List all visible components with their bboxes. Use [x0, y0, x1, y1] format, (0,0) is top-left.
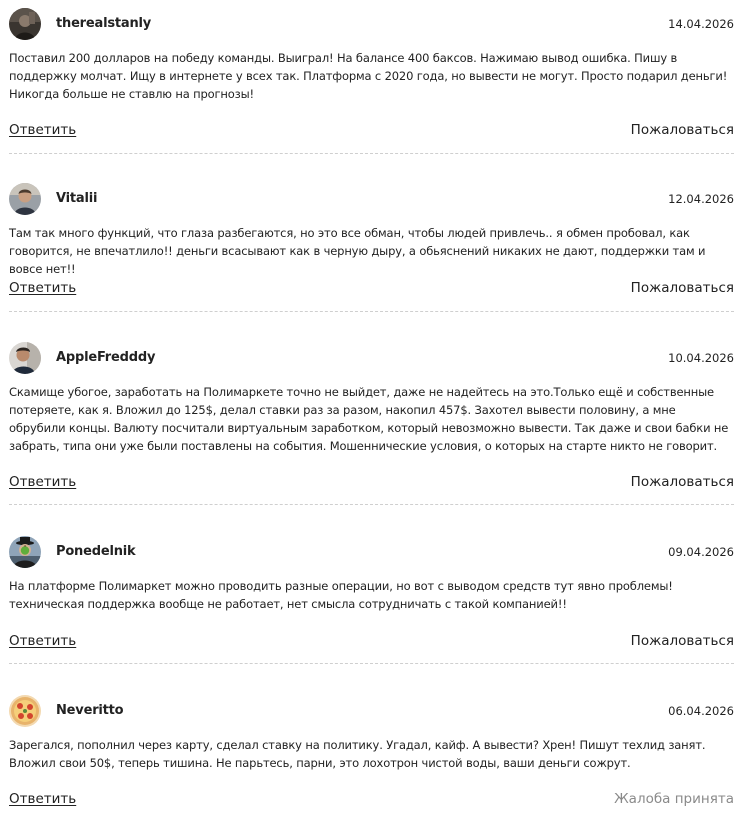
- comment-divider: [9, 311, 734, 312]
- report-link[interactable]: Пожаловаться: [631, 122, 734, 138]
- reply-link[interactable]: Ответить: [9, 633, 76, 649]
- avatar-man-portrait-icon[interactable]: [9, 342, 41, 374]
- comment-actions: Ответить Жалоба принята: [9, 791, 734, 811]
- comment-actions: Ответить Пожаловаться: [9, 280, 734, 300]
- avatar-dark-portrait-icon[interactable]: [9, 8, 41, 40]
- comment-date: 14.04.2026: [668, 17, 734, 31]
- comment-divider: [9, 663, 734, 664]
- comments-list: therealstanly 14.04.2026 Поставил 200 до…: [0, 0, 747, 819]
- reply-link[interactable]: Ответить: [9, 280, 76, 296]
- comment-date: 12.04.2026: [668, 192, 734, 206]
- comment-divider: [9, 504, 734, 505]
- report-link[interactable]: Пожаловаться: [631, 280, 734, 296]
- comment-actions: Ответить Пожаловаться: [9, 633, 734, 653]
- username[interactable]: therealstanly: [56, 16, 151, 31]
- username[interactable]: Vitalii: [56, 191, 97, 206]
- comment-item: therealstanly 14.04.2026 Поставил 200 до…: [9, 8, 734, 158]
- report-link[interactable]: Пожаловаться: [631, 633, 734, 649]
- reply-link[interactable]: Ответить: [9, 122, 76, 138]
- comment-header: Vitalii 12.04.2026: [9, 183, 734, 215]
- comment-header: therealstanly 14.04.2026: [9, 8, 734, 40]
- comment-item: AppleFredddy 10.04.2026 Скамище убогое, …: [9, 342, 734, 507]
- username[interactable]: Ponedelnik: [56, 544, 136, 559]
- comment-item: Ponedelnik 09.04.2026 На платформе Полим…: [9, 536, 734, 666]
- comment-text: Зарегался, пополнил через карту, сделал …: [9, 738, 706, 770]
- comment-date: 06.04.2026: [668, 704, 734, 718]
- avatar-man-with-apple-icon[interactable]: [9, 536, 41, 568]
- comment-text: Скамище убогое, заработать на Полимаркет…: [9, 385, 729, 453]
- username[interactable]: AppleFredddy: [56, 350, 155, 365]
- comment-header: AppleFredddy 10.04.2026: [9, 342, 734, 374]
- comment-divider: [9, 153, 734, 154]
- comment-text: Там так много функций, что глаза разбега…: [9, 226, 706, 276]
- reply-link[interactable]: Ответить: [9, 791, 76, 807]
- comment-actions: Ответить Пожаловаться: [9, 122, 734, 142]
- comment-actions: Ответить Пожаловаться: [9, 474, 734, 494]
- comment-text: На платформе Полимаркет можно проводить …: [9, 579, 673, 611]
- report-link[interactable]: Пожаловаться: [631, 474, 734, 490]
- comment-text: Поставил 200 долларов на победу команды.…: [9, 51, 728, 101]
- avatar-man-portrait-icon[interactable]: [9, 183, 41, 215]
- comment-item: Vitalii 12.04.2026 Там так много функций…: [9, 183, 734, 313]
- reply-link[interactable]: Ответить: [9, 474, 76, 490]
- comment-header: Neveritto 06.04.2026: [9, 695, 734, 727]
- comment-header: Ponedelnik 09.04.2026: [9, 536, 734, 568]
- comment-date: 09.04.2026: [668, 545, 734, 559]
- comment-item: Neveritto 06.04.2026 Зарегался, пополнил…: [9, 695, 734, 815]
- comment-date: 10.04.2026: [668, 351, 734, 365]
- username[interactable]: Neveritto: [56, 703, 124, 718]
- report-status: Жалоба принята: [614, 791, 734, 807]
- avatar-pizza-icon[interactable]: [9, 695, 41, 727]
